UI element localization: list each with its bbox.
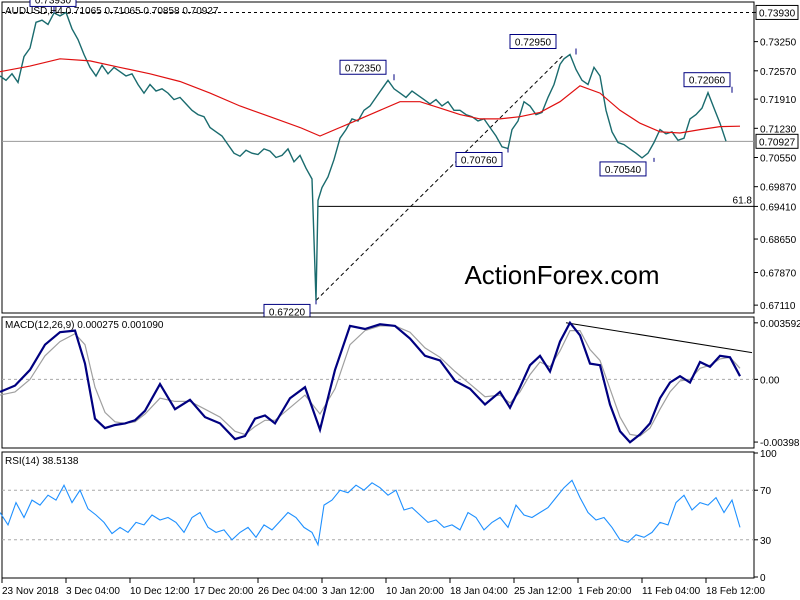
price-label: 0.72350 bbox=[345, 63, 382, 74]
price-label: 0.72060 bbox=[689, 76, 726, 87]
rsi-panel-title: RSI(14) 38.5138 bbox=[5, 456, 79, 467]
price-tick-label: 0.70550 bbox=[760, 154, 797, 165]
price-tick-label: 0.72570 bbox=[760, 67, 797, 78]
price-tick-label: 0.67870 bbox=[760, 269, 797, 280]
time-tick-label: 11 Feb 04:00 bbox=[642, 586, 701, 597]
current-price-tag: 0.70927 bbox=[759, 137, 796, 148]
macd-panel: MACD(12,26,9) 0.000275 0.001090 bbox=[0, 316, 755, 449]
macd-panel-frame bbox=[1, 316, 755, 449]
macd-axis: 0.003592 0.00 -0.003986 bbox=[754, 319, 800, 449]
rsi-tick-label: 0 bbox=[760, 573, 766, 584]
rsi-tick-label: 70 bbox=[760, 486, 772, 497]
time-tick-label: 10 Dec 12:00 bbox=[130, 586, 190, 597]
price-panel: ActionForex.com 61.8 0.739300.723500.729… bbox=[0, 0, 755, 319]
time-tick-label: 17 Dec 20:00 bbox=[194, 586, 254, 597]
time-tick-label: 10 Jan 20:00 bbox=[386, 586, 444, 597]
price-axis: 0.73930 0.73250 0.72570 0.71910 0.71230 0.705… bbox=[754, 4, 799, 312]
price-tick-label: 0.69410 bbox=[760, 202, 797, 213]
time-tick-label: 25 Jan 12:00 bbox=[514, 586, 572, 597]
macd-tick-label: 0.003592 bbox=[760, 319, 800, 330]
top-line-tag: 0.73930 bbox=[759, 8, 796, 19]
price-label: 0.72950 bbox=[515, 38, 552, 49]
price-tick-label: 0.73250 bbox=[760, 38, 797, 49]
time-tick-label: 1 Feb 20:00 bbox=[578, 586, 632, 597]
rsi-axis: 100 70 30 0 bbox=[754, 449, 777, 584]
time-tick-label: 23 Nov 2018 bbox=[2, 586, 59, 597]
rsi-panel: RSI(14) 38.5138 bbox=[0, 451, 755, 579]
macd-tick-label: 0.00 bbox=[760, 375, 780, 386]
price-tick-label: 0.69870 bbox=[760, 183, 797, 194]
time-tick-label: 3 Dec 04:00 bbox=[66, 586, 120, 597]
time-axis: 23 Nov 2018 3 Dec 04:00 10 Dec 12:00 17 Dec… bbox=[1, 578, 765, 597]
macd-panel-title: MACD(12,26,9) 0.000275 0.001090 bbox=[5, 320, 164, 331]
price-tick-label: 0.71230 bbox=[760, 124, 797, 135]
watermark: ActionForex.com bbox=[464, 260, 659, 290]
fibonacci-label: 61.8 bbox=[733, 195, 753, 206]
macd-tick-label: -0.003986 bbox=[760, 438, 800, 449]
price-label: 0.70540 bbox=[605, 165, 642, 176]
chart-canvas: ActionForex.com 61.8 0.73930 0.72350 0.729… bbox=[0, 0, 800, 597]
price-tick-label: 0.67110 bbox=[760, 301, 796, 312]
rsi-tick-label: 30 bbox=[760, 536, 772, 547]
time-tick-label: 18 Feb 12:00 bbox=[706, 586, 765, 597]
rsi-panel-frame bbox=[1, 451, 755, 579]
time-tick-label: 3 Jan 12:00 bbox=[322, 586, 375, 597]
time-tick-label: 26 Dec 04:00 bbox=[258, 586, 318, 597]
price-label: 0.70760 bbox=[461, 155, 498, 166]
price-tick-label: 0.71910 bbox=[760, 95, 797, 106]
price-tick-label: 0.68650 bbox=[760, 235, 797, 246]
time-tick-label: 18 Jan 04:00 bbox=[450, 586, 508, 597]
rsi-tick-label: 100 bbox=[760, 449, 777, 460]
price-panel-title: AUDUSD,H4 0.71065 0.71065 0.70858 0.7092… bbox=[5, 6, 219, 17]
